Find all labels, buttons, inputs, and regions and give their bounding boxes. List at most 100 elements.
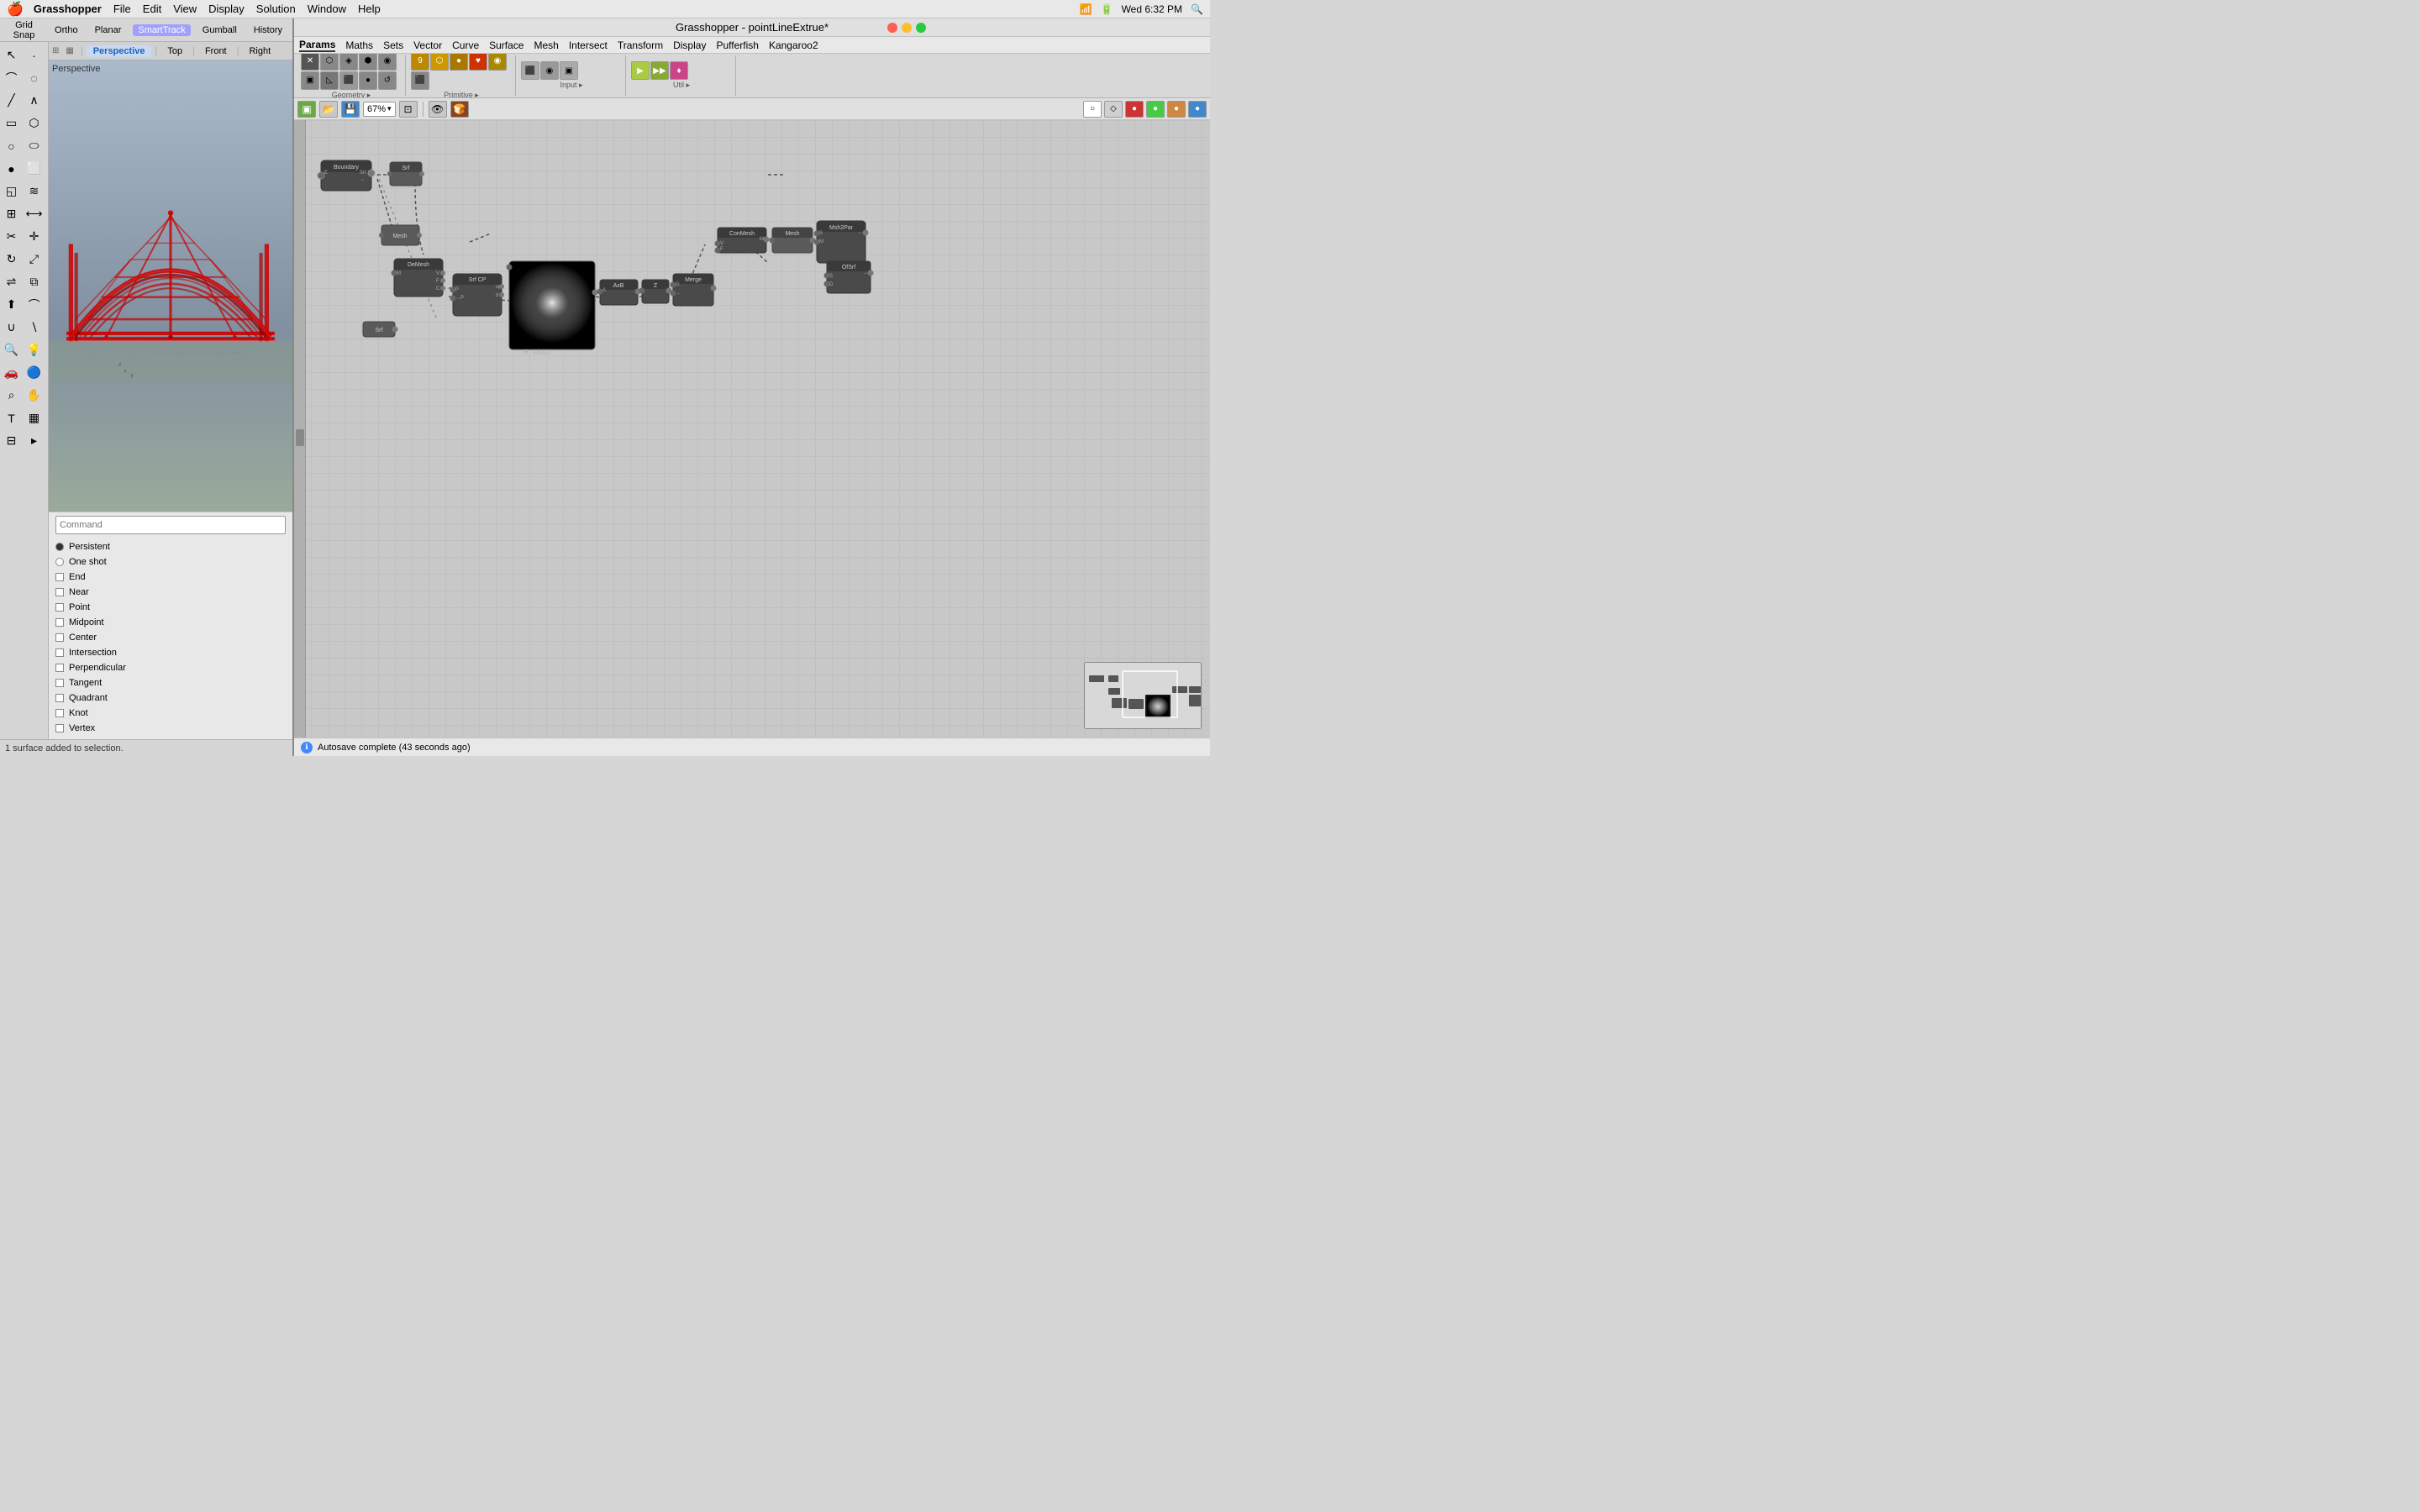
- gh-menu-vector[interactable]: Vector: [413, 39, 442, 51]
- mesh-tool[interactable]: ⊞: [0, 202, 23, 225]
- comp-prim-2[interactable]: ⬡: [430, 54, 449, 71]
- point-tool[interactable]: ·: [23, 44, 45, 66]
- comp-geo-9[interactable]: ●: [359, 71, 377, 90]
- comp-prim-6[interactable]: ⬛: [411, 71, 429, 90]
- zoom-chevron[interactable]: ▾: [387, 104, 392, 113]
- snap-item-quadrant[interactable]: Quadrant: [55, 690, 286, 706]
- comp-geo-8[interactable]: ⬛: [339, 71, 358, 90]
- snap-checkbox-11[interactable]: [55, 709, 64, 717]
- history-button[interactable]: History: [249, 24, 287, 36]
- comp-geo-2[interactable]: ⬡: [320, 54, 339, 71]
- sphere-tool[interactable]: ●: [0, 157, 23, 180]
- gh-scroll-handle[interactable]: [296, 429, 304, 446]
- apple-menu[interactable]: 🍎: [7, 1, 24, 18]
- gh-canvas[interactable]: Boundary E Srf → Srf Mesh: [294, 120, 1210, 738]
- grid-snap-button[interactable]: Grid Snap: [5, 19, 43, 41]
- snap-item-center[interactable]: Center: [55, 630, 286, 645]
- grid-icon[interactable]: ▦: [66, 46, 73, 55]
- layout-icon[interactable]: ⊞: [52, 46, 59, 55]
- polygon-tool[interactable]: ⬡: [23, 112, 45, 134]
- gh-open-btn[interactable]: 📂: [319, 101, 338, 118]
- comp-util-1[interactable]: ▶: [631, 61, 650, 80]
- render-tool[interactable]: 🔵: [23, 361, 45, 384]
- gh-outline-view[interactable]: ◇: [1104, 101, 1123, 118]
- snap-checkbox-10[interactable]: [55, 694, 64, 702]
- comp-geo-10[interactable]: ↺: [378, 71, 397, 90]
- snap-item-intersection[interactable]: Intersection: [55, 645, 286, 660]
- text-tool[interactable]: T: [0, 407, 23, 429]
- gh-orange-view[interactable]: ●: [1167, 101, 1186, 118]
- gh-menu-sets[interactable]: Sets: [383, 39, 403, 51]
- snap-checkbox-12[interactable]: [55, 724, 64, 732]
- minimize-button[interactable]: [902, 23, 912, 33]
- trim-tool[interactable]: ✂: [0, 225, 23, 248]
- curve-tool[interactable]: ⌒: [0, 66, 23, 89]
- snap-checkbox-4[interactable]: [55, 603, 64, 612]
- snap-checkbox-8[interactable]: [55, 664, 64, 672]
- maximize-button[interactable]: [916, 23, 926, 33]
- snap-radio-0[interactable]: [55, 543, 64, 551]
- snap-item-near[interactable]: Near: [55, 585, 286, 600]
- comp-prim-1[interactable]: 9: [411, 54, 429, 71]
- snap-item-midpoint[interactable]: Midpoint: [55, 615, 286, 630]
- tab-front[interactable]: Front: [198, 45, 234, 57]
- smart-track-button[interactable]: SmartTrack: [133, 24, 190, 36]
- gh-green-view[interactable]: ●: [1146, 101, 1165, 118]
- command-input[interactable]: [55, 516, 286, 534]
- ortho-button[interactable]: Ortho: [50, 24, 83, 36]
- tab-perspective[interactable]: Perspective: [87, 45, 152, 57]
- gh-menu-mesh[interactable]: Mesh: [534, 39, 558, 51]
- comp-geo-4[interactable]: ⬢: [359, 54, 377, 71]
- comp-inp-2[interactable]: ◉: [540, 61, 559, 80]
- select-tool[interactable]: ↖: [0, 44, 23, 66]
- menu-display[interactable]: Display: [208, 3, 245, 15]
- snap-checkbox-7[interactable]: [55, 648, 64, 657]
- gh-menu-params[interactable]: Params: [299, 39, 335, 52]
- scale-tool[interactable]: ⤢: [23, 248, 45, 270]
- comp-prim-5[interactable]: ◉: [488, 54, 507, 71]
- gh-menu-curve[interactable]: Curve: [452, 39, 479, 51]
- comp-prim-3[interactable]: ●: [450, 54, 468, 71]
- snap-checkbox-6[interactable]: [55, 633, 64, 642]
- snap-item-point[interactable]: Point: [55, 600, 286, 615]
- gh-white-view[interactable]: ○: [1083, 101, 1102, 118]
- move-tool[interactable]: ✛: [23, 225, 45, 248]
- snap-item-one-shot[interactable]: One shot: [55, 554, 286, 570]
- snap-item-knot[interactable]: Knot: [55, 706, 286, 721]
- gh-menu-pufferfish[interactable]: Pufferfish: [716, 39, 758, 51]
- comp-inp-3[interactable]: ▣: [560, 61, 578, 80]
- snap-item-vertex[interactable]: Vertex: [55, 721, 286, 736]
- planar-button[interactable]: Planar: [90, 24, 127, 36]
- tab-right[interactable]: Right: [242, 45, 277, 57]
- comp-geo-6[interactable]: ▣: [301, 71, 319, 90]
- gh-new-btn[interactable]: ▣: [297, 101, 316, 118]
- gh-menu-transform[interactable]: Transform: [618, 39, 663, 51]
- fillet-tool[interactable]: ⌒: [23, 293, 45, 316]
- snap-checkbox-3[interactable]: [55, 588, 64, 596]
- layer-tool[interactable]: ⊟: [0, 429, 23, 452]
- gh-menu-surface[interactable]: Surface: [489, 39, 523, 51]
- comp-geo-1[interactable]: ✕: [301, 54, 319, 71]
- gh-save-btn[interactable]: 💾: [341, 101, 360, 118]
- rectangle-tool[interactable]: ▭: [0, 112, 23, 134]
- pan-tool[interactable]: ✋: [23, 384, 45, 407]
- gh-menu-intersect[interactable]: Intersect: [569, 39, 608, 51]
- menu-file[interactable]: File: [113, 3, 131, 15]
- snap-item-end[interactable]: End: [55, 570, 286, 585]
- gh-menu-maths[interactable]: Maths: [345, 39, 373, 51]
- menu-view[interactable]: View: [173, 3, 197, 15]
- gh-bake-btn[interactable]: 🍞: [450, 101, 469, 118]
- analyze-tool[interactable]: 🔍: [0, 339, 23, 361]
- menu-edit[interactable]: Edit: [143, 3, 161, 15]
- menu-grasshopper[interactable]: Grasshopper: [34, 3, 102, 15]
- menu-window[interactable]: Window: [308, 3, 346, 15]
- snap-item-tangent[interactable]: Tangent: [55, 675, 286, 690]
- comp-geo-5[interactable]: ◉: [378, 54, 397, 71]
- box-tool[interactable]: ⬜: [23, 157, 45, 180]
- boolean-union-tool[interactable]: ∪: [0, 316, 23, 339]
- arc-tool[interactable]: ◌: [23, 66, 45, 89]
- comp-geo-3[interactable]: ◈: [339, 54, 358, 71]
- gh-fit-btn[interactable]: ⊡: [399, 101, 418, 118]
- boolean-diff-tool[interactable]: ∖: [23, 316, 45, 339]
- search-icon[interactable]: 🔍: [1191, 3, 1203, 15]
